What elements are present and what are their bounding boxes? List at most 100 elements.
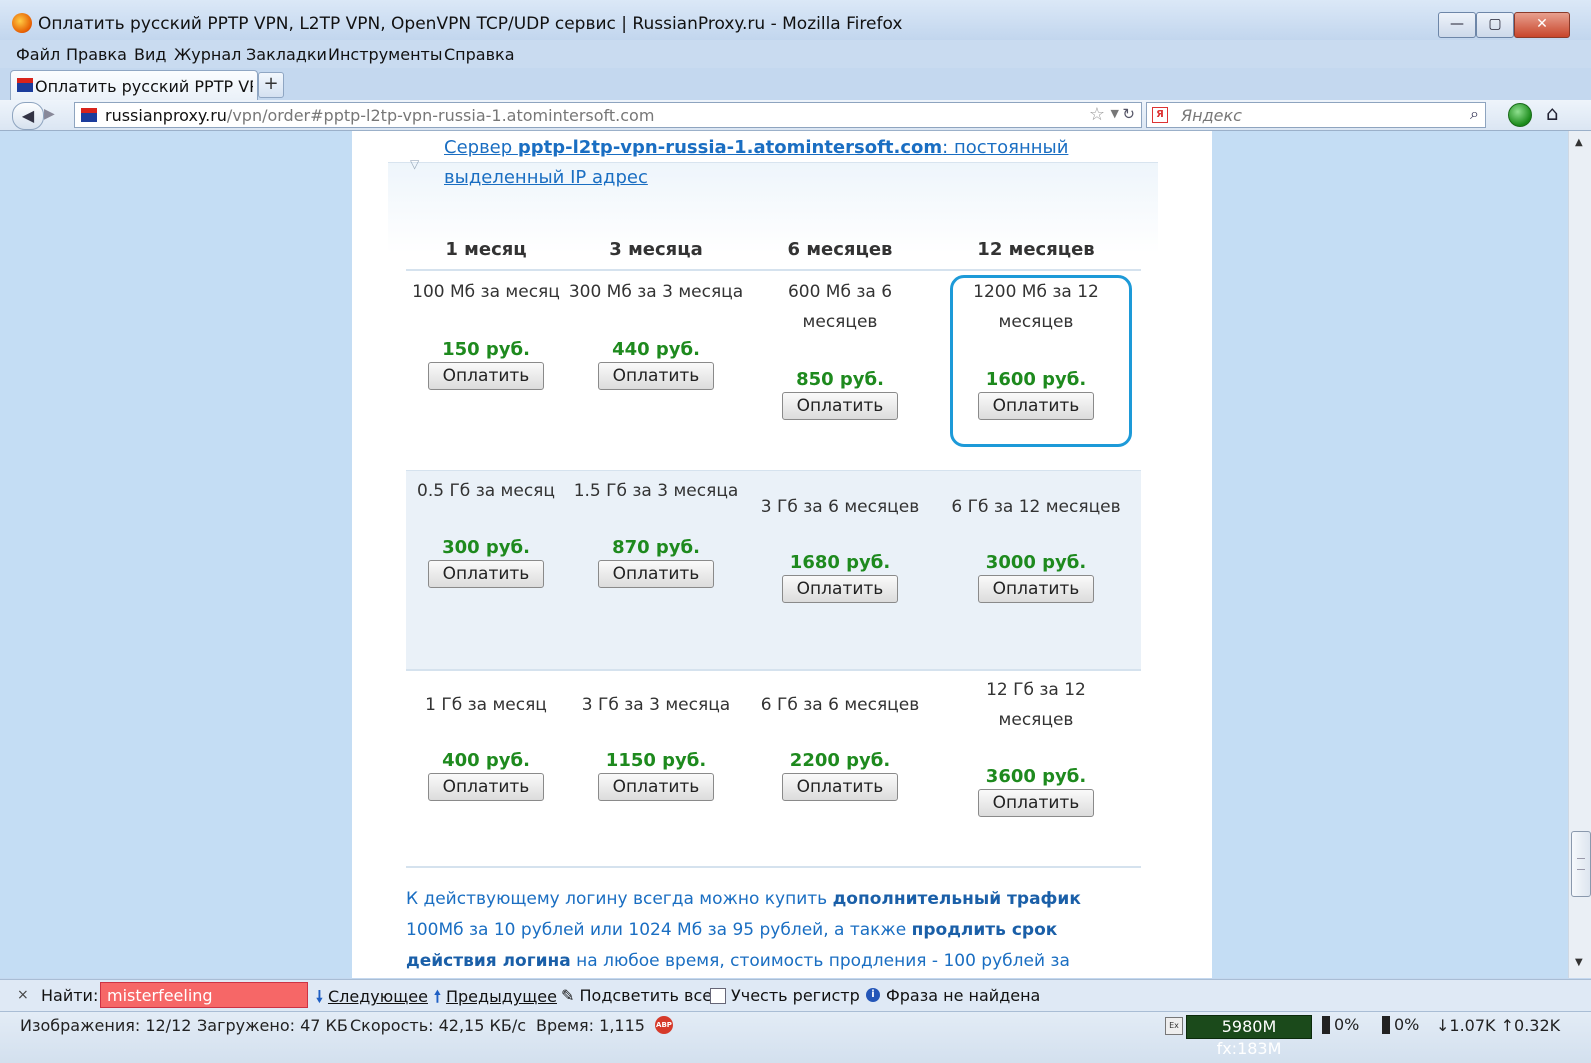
cpu-bar-icon [1382,1016,1390,1034]
plan-price: 440 руб. [612,339,700,360]
minimize-button[interactable]: — [1438,12,1476,38]
find-input[interactable]: misterfeeling [100,982,308,1008]
plan-cell: 1200 Мб за 12 месяцев 1600 руб. Оплатить [946,277,1126,420]
column-header-3: 3 месяца [609,239,703,260]
search-box[interactable]: Я Яндекс ⌕ [1146,102,1486,128]
plan-description: 3 Гб за 6 месяцев [760,497,920,517]
maximize-button[interactable]: ▢ [1476,12,1514,38]
menu-edit[interactable]: Правка [66,45,127,64]
server-prefix: Сервер [444,137,518,158]
arrow-down-icon: 🠗 [316,987,323,1006]
menu-tools[interactable]: Инструменты [328,45,443,64]
forward-icon[interactable]: ▶ [44,106,55,122]
extension-icon[interactable]: Ex [1165,1017,1183,1035]
pay-button[interactable]: Оплатить [598,560,714,588]
globe-icon[interactable] [1508,103,1532,127]
site-favicon-icon [81,108,97,122]
new-tab-button[interactable]: + [258,72,284,98]
arrow-up-icon: 🠕 [434,987,441,1006]
scrollbar-thumb[interactable] [1571,831,1591,897]
url-bar[interactable]: russianproxy.ru/vpn/order#pptp-l2tp-vpn-… [74,102,1142,128]
pay-button[interactable]: Оплатить [598,362,714,390]
match-case-label[interactable]: Учесть регистр [731,986,860,1005]
plan-description: 6 Гб за 6 месяцев [760,695,920,715]
pay-button[interactable]: Оплатить [978,789,1094,817]
highlight-all-label: Подсветить все [579,986,713,1005]
grip-icon [1577,858,1585,870]
plan-price: 150 руб. [442,339,530,360]
pay-button[interactable]: Оплатить [978,392,1094,420]
plan-cell: 6 Гб за 12 месяцев 3000 руб. Оплатить [946,492,1126,603]
find-close-icon[interactable]: × [17,987,29,1003]
menu-file[interactable]: Файл [16,45,60,64]
info-text: на любое время, стоимость продления - 10… [570,951,1070,971]
column-header-1: 1 месяц [445,239,527,260]
close-button[interactable]: ✕ [1514,12,1570,38]
menu-help[interactable]: Справка [444,45,515,64]
yandex-icon[interactable]: Я [1152,107,1168,123]
info-paragraph: К действующему логину всегда можно купит… [406,884,1141,977]
cpu-bar-icon [1322,1016,1330,1034]
cpu-value-2: 0% [1394,1015,1420,1034]
find-prev-label: Предыдущее [445,987,557,1006]
status-speed: Скорость: 42,15 КБ/с [350,1016,527,1035]
plan-cell: 6 Гб за 6 месяцев 2200 руб. Оплатить [750,690,930,801]
url-text[interactable]: russianproxy.ru/vpn/order#pptp-l2tp-vpn-… [105,106,654,125]
url-dropdown-icon[interactable]: ▼ [1111,107,1119,120]
traffic-indicator: ↓1.07K ↑0.32K [1436,1016,1561,1035]
plan-cell: 0.5 Гб за месяц 300 руб. Оплатить [396,476,576,588]
info-text: 100Мб за 10 рублей или 1024 Мб за 95 руб… [406,920,912,940]
pay-button[interactable]: Оплатить [978,575,1094,603]
extra-traffic-link[interactable]: дополнительный трафик [833,889,1081,909]
plan-cell: 1 Гб за месяц 400 руб. Оплатить [396,690,576,801]
cpu-value-1: 0% [1334,1015,1360,1034]
reload-icon[interactable]: ↻ [1122,105,1135,123]
scroll-up-icon[interactable]: ▲ [1575,137,1583,148]
plan-description: 600 Мб за 6 месяцев [787,282,893,332]
tab-active[interactable]: Оплатить русский PPTP VP... [10,70,258,101]
home-icon[interactable]: ⌂ [1546,101,1559,125]
match-case-checkbox[interactable] [710,988,726,1004]
url-path: /vpn/order#pptp-l2tp-vpn-russia-1.atomin… [226,106,655,125]
find-next-button[interactable]: 🠗 Следующее [316,986,428,1013]
menu-view[interactable]: Вид [134,45,166,64]
pay-button[interactable]: Оплатить [782,392,898,420]
cpu-indicator-2: 0% [1382,1015,1419,1034]
pay-button[interactable]: Оплатить [782,575,898,603]
plan-cell: 1.5 Гб за 3 месяца 870 руб. Оплатить [566,476,746,588]
menu-history[interactable]: Журнал [174,45,241,64]
back-button[interactable]: ◀ [12,102,44,130]
pay-button[interactable]: Оплатить [598,773,714,801]
column-header-6: 6 месяцев [787,239,893,260]
find-prev-button[interactable]: 🠕 Предыдущее [434,986,557,1013]
plan-cell: 12 Гб за 12 месяцев 3600 руб. Оплатить [946,675,1126,817]
pay-button[interactable]: Оплатить [782,773,898,801]
plan-description: 0.5 Гб за месяц [417,481,555,501]
menu-bookmarks[interactable]: Закладки [246,45,327,64]
menu-bar: Файл Правка Вид Журнал Закладки Инструме… [0,40,1591,68]
plan-description: 300 Мб за 3 месяца [568,282,744,302]
vertical-scrollbar[interactable]: ▲ ▼ [1568,131,1591,978]
pay-button[interactable]: Оплатить [428,560,544,588]
info-icon: i [866,988,880,1002]
server-link[interactable]: Сервер pptp-l2tp-vpn-russia-1.atominters… [444,133,1144,193]
plan-description: 6 Гб за 12 месяцев [951,497,1121,517]
highlighter-icon: ✎ [561,986,575,1005]
find-label: Найти: [41,986,99,1005]
plan-description: 12 Гб за 12 месяцев [986,680,1086,730]
collapse-toggle-icon[interactable]: ▽ [410,157,419,171]
browser-window: Оплатить русский PPTP VPN, L2TP VPN, Ope… [0,0,1591,1063]
search-icon[interactable]: ⌕ [1470,104,1479,124]
highlight-all-button[interactable]: ✎ Подсветить все [561,986,712,1005]
pay-button[interactable]: Оплатить [428,773,544,801]
pay-button[interactable]: Оплатить [428,362,544,390]
table-bottom-divider [406,866,1141,868]
scroll-down-icon[interactable]: ▼ [1575,957,1583,968]
plan-price: 400 руб. [442,750,530,771]
status-time: Время: 1,115 [536,1016,645,1035]
bookmark-star-icon[interactable]: ☆ [1089,104,1105,125]
plan-cell: 300 Мб за 3 месяца 440 руб. Оплатить [566,277,746,390]
window-title: Оплатить русский PPTP VPN, L2TP VPN, Ope… [38,14,903,34]
adblock-icon[interactable]: ABP [655,1016,673,1034]
plan-price: 1150 руб. [605,750,707,771]
